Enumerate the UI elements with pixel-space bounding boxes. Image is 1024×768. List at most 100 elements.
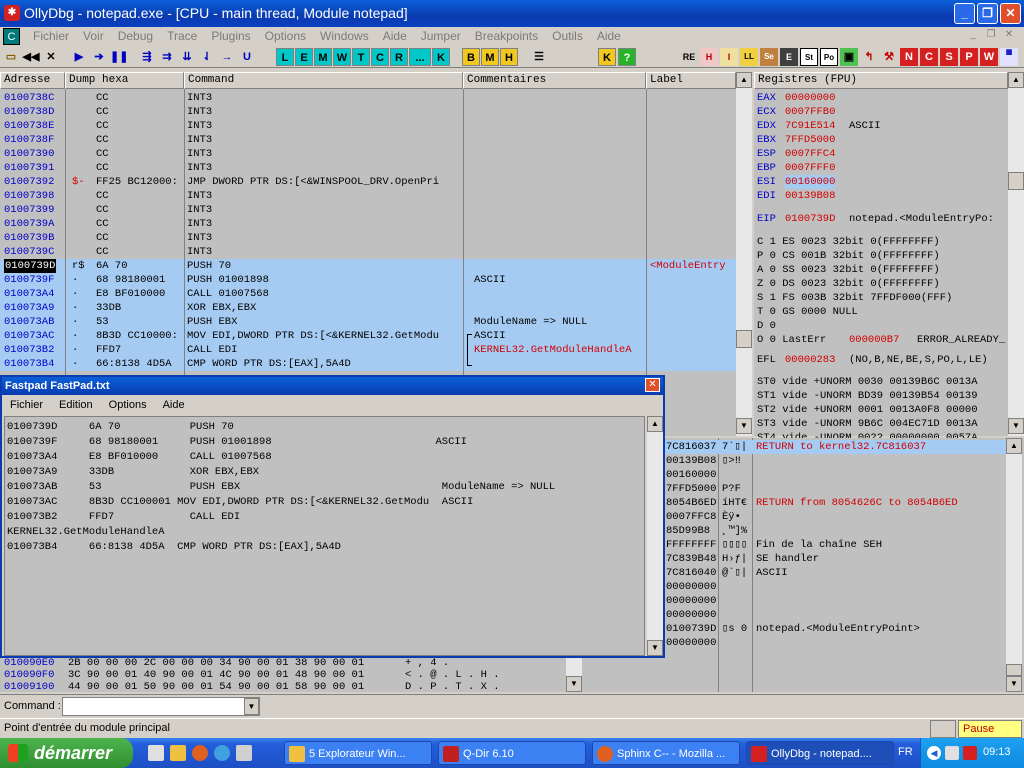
cpu-window-icon[interactable]: C — [3, 28, 20, 45]
register-row[interactable]: EBX 7FFD5000 — [757, 133, 1007, 147]
run-thread-icon[interactable]: ➔ — [90, 48, 108, 66]
disasm-row[interactable]: 0100738C CC INT3 — [0, 91, 736, 105]
register-value[interactable]: 00139B08 — [785, 189, 835, 203]
help-button[interactable]: ? — [618, 48, 636, 66]
col-header-hex[interactable]: Dump hexa — [65, 72, 184, 89]
stack-scroll-up-icon[interactable]: ▲ — [1006, 438, 1022, 454]
cpu-window-button[interactable]: C — [371, 48, 389, 66]
flag-row[interactable]: P 0 CS 001B 32bit 0(FFFFFFFF) — [757, 249, 1007, 263]
menu-aide-2[interactable]: Aide — [590, 29, 628, 43]
softice-icon[interactable]: ▦ — [1000, 48, 1018, 66]
disasm-row[interactable]: 0100739C CC INT3 — [0, 245, 736, 259]
modules-window-button[interactable]: E — [295, 48, 313, 66]
register-row[interactable]: ESI 00160000 — [757, 175, 1007, 189]
register-row[interactable]: ECX 0007FFB0 — [757, 105, 1007, 119]
command-dropdown-icon[interactable]: ▼ — [244, 698, 259, 715]
st-button[interactable]: St — [800, 48, 818, 66]
title-bar[interactable]: ✱ OllyDbg - notepad.exe - [CPU - main th… — [0, 0, 1024, 27]
stack-row[interactable]: 7C816037 7`▯| RETURN to kernel32.7C816037 — [648, 440, 1006, 454]
flag-row[interactable]: Z 0 DS 0023 32bit 0(FFFFFFFF) — [757, 277, 1007, 291]
stack-row[interactable]: 00000000 — [648, 594, 1006, 608]
register-value[interactable]: 0007FFF0 — [785, 161, 835, 175]
trace-into-icon[interactable]: ⇊ — [178, 48, 196, 66]
fastpad-close-icon[interactable]: ✕ — [645, 378, 660, 392]
maximize-button[interactable]: ❐ — [977, 3, 998, 24]
scroll-up-arrow-icon[interactable]: ▲ — [736, 72, 752, 88]
fastpad-scrollbar[interactable]: ▲ ▼ — [647, 416, 663, 656]
registers-scrollbar[interactable]: ▲ ▼ — [1008, 72, 1024, 436]
fastpad-text-area[interactable]: 0100739D 6A 70 PUSH 70 0100739F 68 981800… — [4, 416, 645, 656]
stack-row[interactable]: 0100739D ▯s 0 notepad.<ModuleEntryPoint> — [648, 622, 1006, 636]
fastpad-scroll-up-icon[interactable]: ▲ — [647, 416, 663, 432]
task-firefox[interactable]: Sphinx C-- - Mozilla ... — [592, 741, 740, 765]
fpu-row[interactable]: ST2 vide +UNORM 0001 0013A0F8 00000 — [757, 403, 1007, 417]
task-qdir[interactable]: Q-Dir 6.10 — [438, 741, 586, 765]
menu-windows[interactable]: Windows — [313, 29, 376, 43]
fpu-row[interactable]: ST0 vide +UNORM 0030 00139B6C 0013A — [757, 375, 1007, 389]
s-button[interactable]: S — [940, 48, 958, 66]
efl-value[interactable]: 00000283 — [785, 353, 835, 367]
register-row[interactable]: EDI 00139B08 — [757, 189, 1007, 203]
child-close-button[interactable]: ✕ — [1001, 29, 1017, 43]
menu-voir[interactable]: Voir — [76, 29, 111, 43]
child-minimize-button[interactable]: _ — [965, 29, 981, 43]
disasm-row[interactable]: 010073AC · 8B3D CC10000: MOV EDI,DWORD PTR … — [0, 329, 736, 343]
tray-expand-icon[interactable]: ◀ — [927, 746, 941, 760]
re-button[interactable]: RE — [680, 48, 698, 66]
step-into-icon[interactable]: ⇶ — [138, 48, 156, 66]
register-value[interactable]: 0007FFB0 — [785, 105, 835, 119]
disasm-row[interactable]: 01007392 $- FF25 BC12000: JMP DWORD PTR DS:… — [0, 175, 736, 189]
execute-till-return-icon[interactable]: → — [218, 48, 236, 66]
fastpad-menu-aide[interactable]: Aide — [155, 396, 193, 415]
explorer-quicklaunch-icon[interactable] — [170, 745, 186, 761]
e-button[interactable]: E — [780, 48, 798, 66]
call-stack-button[interactable]: K — [432, 48, 450, 66]
stack-pane[interactable]: 7C816037 7`▯| RETURN to kernel32.7C816037 0… — [648, 438, 1024, 692]
dump-row[interactable]: 01009100 44 90 00 01 50 90 00 01 54 90 00… — [0, 680, 566, 694]
stack-row[interactable]: 00160000 — [648, 468, 1006, 482]
volume-icon[interactable] — [945, 746, 959, 760]
w-button[interactable]: W — [980, 48, 998, 66]
h-button[interactable]: H — [700, 48, 718, 66]
ollydbg-app-icon[interactable]: ✱ — [4, 5, 20, 21]
disasm-row[interactable]: 0100739B CC INT3 — [0, 231, 736, 245]
stack-row[interactable]: 7C816040 @`▯| ASCII — [648, 566, 1006, 580]
disasm-row[interactable]: 010073AB · 53 PUSH EBX ModuleName => NULL — [0, 315, 736, 329]
hardware-breakpoints-button[interactable]: H — [500, 48, 518, 66]
menu-outils[interactable]: Outils — [545, 29, 590, 43]
flag-row[interactable]: S 1 FS 003B 32bit 7FFDF000(FFF) — [757, 291, 1007, 305]
disasm-row[interactable]: 01007399 CC INT3 — [0, 203, 736, 217]
p-button[interactable]: P — [960, 48, 978, 66]
menu-options[interactable]: Options — [258, 29, 313, 43]
flag-row[interactable]: T 0 GS 0000 NULL — [757, 305, 1007, 319]
memory-breakpoints-button[interactable]: M — [481, 48, 499, 66]
menu-breakpoints[interactable]: Breakpoints — [468, 29, 545, 43]
stack-row[interactable]: 00000000 — [648, 636, 1006, 650]
show-desktop-icon[interactable] — [148, 745, 164, 761]
task-ollydbg[interactable]: OllyDbg - notepad.... — [746, 741, 894, 765]
stack-row[interactable]: 7C839B48 H›ƒ| SE handler — [648, 552, 1006, 566]
language-indicator[interactable]: FR — [898, 746, 913, 758]
flag-row[interactable]: C 1 ES 0023 32bit 0(FFFFFFFF) — [757, 235, 1007, 249]
disasm-row[interactable]: 01007398 CC INT3 — [0, 189, 736, 203]
col-header-address[interactable]: Adresse — [0, 72, 65, 89]
disasm-row[interactable]: 010073A9 · 33DB XOR EBX,EBX — [0, 301, 736, 315]
tool-icon[interactable]: ⚒ — [880, 48, 898, 66]
registers-pane[interactable]: Registres (FPU) EAX 00000000 ECX 0007FFB0 ED… — [754, 72, 1024, 444]
disasm-row[interactable]: 0100738E CC INT3 — [0, 119, 736, 133]
reg-scroll-up-icon[interactable]: ▲ — [1008, 72, 1024, 88]
disasm-row[interactable]: 010073A4 · E8 BF010000 CALL 01007568 — [0, 287, 736, 301]
stack-row[interactable]: 00139B08 ▯>‼ — [648, 454, 1006, 468]
disasm-scrollbar[interactable]: ▲ ▼ — [736, 72, 752, 436]
disasm-row[interactable]: 0100738F CC INT3 — [0, 133, 736, 147]
k-button[interactable]: K — [598, 48, 616, 66]
scroll-down-arrow-icon[interactable]: ▼ — [736, 418, 752, 434]
run-icon[interactable]: ▶ — [70, 48, 88, 66]
stack-row[interactable]: 7FFD5000 P?F — [648, 482, 1006, 496]
fastpad-window[interactable]: Fastpad FastPad.txt ✕ Fichier Edition Op… — [0, 375, 665, 658]
child-restore-button[interactable]: ❐ — [983, 29, 999, 43]
disasm-row[interactable]: 010073B2 · FFD7 CALL EDI KERNEL32.GetModuleH… — [0, 343, 736, 357]
threads-window-button[interactable]: T — [352, 48, 370, 66]
stack-scrollbar[interactable]: ▲ ▼ — [1006, 438, 1022, 692]
menu-debug[interactable]: Debug — [111, 29, 160, 43]
